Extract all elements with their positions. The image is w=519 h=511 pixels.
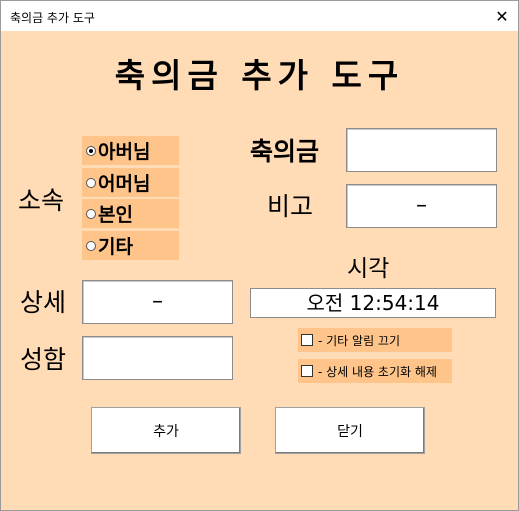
clock-display: 오전 12:54:14: [250, 288, 496, 318]
checkbox-mute-other-alerts[interactable]: - 기타 알림 끄기: [298, 328, 452, 352]
radio-other[interactable]: 기타: [82, 231, 179, 260]
checkbox-icon: [301, 334, 313, 346]
time-label: 시각: [347, 256, 390, 282]
relation-label: 소속: [18, 186, 65, 215]
radio-circle-icon: [86, 208, 96, 219]
checkbox-label: - 상세 내용 초기화 해제: [318, 364, 437, 379]
page-title: 축의금 추가 도구: [114, 56, 405, 95]
amount-label: 축의금: [250, 137, 320, 166]
note-label: 비고: [267, 192, 314, 221]
checkbox-icon: [301, 365, 313, 377]
radio-label: 본인: [98, 204, 133, 226]
close-window-button[interactable]: ✕: [486, 1, 518, 31]
amount-input[interactable]: [346, 128, 497, 172]
checkbox-keep-detail[interactable]: - 상세 내용 초기화 해제: [298, 359, 452, 383]
name-input[interactable]: [82, 336, 233, 380]
title-bar: 축의금 추가 도구 ✕: [1, 1, 518, 31]
radio-circle-icon: [86, 145, 96, 156]
detail-label: 상세: [20, 288, 67, 317]
radio-label: 아버님: [98, 141, 151, 163]
note-input[interactable]: –: [346, 184, 497, 228]
name-label: 성함: [20, 345, 67, 374]
radio-label: 기타: [98, 236, 133, 258]
checkbox-label: - 기타 알림 끄기: [318, 333, 401, 348]
close-button[interactable]: 닫기: [275, 407, 425, 454]
radio-father[interactable]: 아버님: [82, 136, 179, 165]
app-window: 축의금 추가 도구 ✕ 축의금 추가 도구 소속 아버님 어머님 본인 기타 축…: [0, 0, 519, 511]
add-button[interactable]: 추가: [91, 407, 241, 454]
radio-label: 어머님: [98, 173, 151, 195]
window-title: 축의금 추가 도구: [10, 11, 95, 25]
detail-input[interactable]: –: [82, 280, 233, 324]
form-body: 축의금 추가 도구 소속 아버님 어머님 본인 기타 축의금 비고 – 상세 –…: [1, 31, 518, 510]
radio-mother[interactable]: 어머님: [82, 168, 179, 197]
radio-circle-icon: [86, 240, 96, 251]
radio-self[interactable]: 본인: [82, 199, 179, 228]
radio-circle-icon: [86, 177, 96, 188]
